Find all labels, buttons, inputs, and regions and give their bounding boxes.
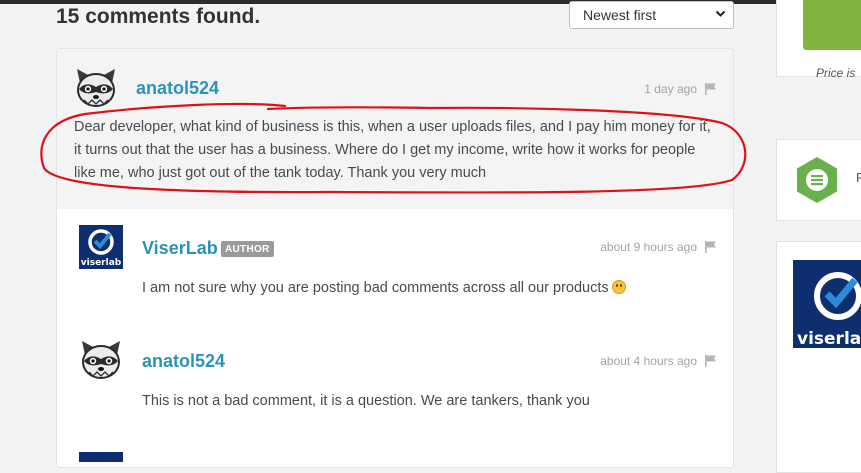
viserlab-logo-icon[interactable]: viserlab [793,260,861,348]
annotation-circle [40,102,747,194]
svg-text:viserlab: viserlab [797,329,861,348]
price-note: Price is [816,66,856,80]
sidebar-info-text: F [856,170,861,185]
hexagon-badge-icon [797,157,837,203]
avatar[interactable] [79,452,123,462]
buy-button[interactable] [803,0,861,50]
